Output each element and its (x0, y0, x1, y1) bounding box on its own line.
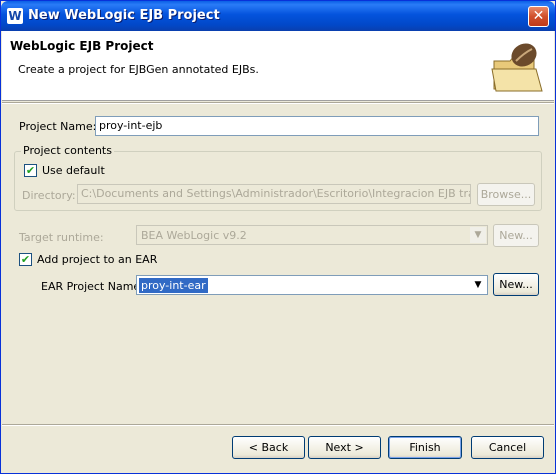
page-description: Create a project for EJBGen annotated EJ… (18, 63, 259, 76)
next-button[interactable]: Next > (308, 436, 381, 459)
finish-button[interactable]: Finish (388, 436, 462, 459)
directory-label: Directory: (22, 189, 76, 202)
use-default-label: Use default (42, 164, 105, 177)
title-bar[interactable]: W New WebLogic EJB Project ✕ (1, 1, 555, 31)
weblogic-app-icon: W (7, 8, 23, 24)
target-runtime-select[interactable]: BEA WebLogic v9.2 ▼ (136, 225, 488, 245)
target-runtime-new-button[interactable]: New... (493, 224, 539, 247)
dialog-window: W New WebLogic EJB Project ✕ WebLogic EJ… (0, 0, 556, 474)
ear-new-button[interactable]: New... (493, 273, 539, 296)
project-name-label: Project Name: (19, 120, 97, 133)
add-to-ear-label: Add project to an EAR (37, 253, 158, 266)
chevron-down-icon[interactable]: ▼ (470, 227, 486, 243)
footer-separator (2, 424, 554, 426)
chevron-down-icon[interactable]: ▼ (470, 277, 486, 293)
page-title: WebLogic EJB Project (10, 39, 154, 53)
ear-project-name-value: proy-int-ear (139, 278, 208, 293)
back-button[interactable]: < Back (232, 436, 305, 459)
folder-with-coffee-bean-icon (491, 43, 543, 92)
browse-button[interactable]: Browse... (477, 183, 535, 206)
window-title: New WebLogic EJB Project (28, 8, 220, 23)
target-runtime-label: Target runtime: (19, 231, 104, 244)
use-default-checkbox[interactable]: ✔ (24, 164, 37, 177)
project-name-input[interactable]: proy-int-ejb (95, 116, 539, 136)
close-button[interactable]: ✕ (528, 6, 549, 27)
ear-project-name-select[interactable]: proy-int-ear ▼ (136, 275, 488, 295)
cancel-button[interactable]: Cancel (471, 436, 544, 459)
ear-project-name-label: EAR Project Name: (41, 280, 144, 293)
project-contents-legend: Project contents (21, 144, 114, 157)
header-banner: WebLogic EJB Project Create a project fo… (2, 31, 554, 101)
directory-input[interactable]: C:\Documents and Settings\Administrador\… (77, 184, 471, 204)
header-separator (2, 102, 554, 104)
add-to-ear-checkbox[interactable]: ✔ (19, 253, 32, 266)
target-runtime-value: BEA WebLogic v9.2 (141, 229, 247, 242)
